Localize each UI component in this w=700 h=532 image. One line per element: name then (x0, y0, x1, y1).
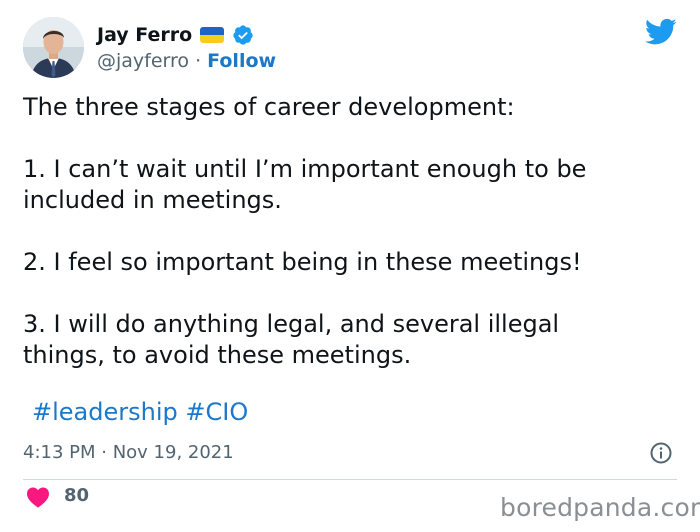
author-name-row: Jay Ferro (97, 22, 254, 48)
ukraine-flag-icon (200, 27, 225, 43)
hashtag-cio[interactable]: #CIO (185, 398, 248, 426)
like-count: 80 (64, 485, 90, 506)
tweet-line: 2. I feel so important being in these me… (23, 248, 582, 276)
hashtags: #leadership #CIO (32, 398, 248, 426)
info-icon[interactable] (649, 441, 673, 465)
tweet-line: The three stages of career development: (23, 93, 515, 121)
hashtag-leadership[interactable]: #leadership (32, 398, 178, 426)
tweet-line: included in meetings. (23, 186, 282, 214)
tweet-text: The three stages of career development: … (23, 92, 663, 371)
tweet-paragraph: The three stages of career development: (23, 92, 663, 123)
follow-button[interactable]: Follow (207, 50, 276, 72)
divider (23, 479, 677, 480)
avatar[interactable] (23, 17, 84, 78)
handle-row: @jayferro · Follow (97, 50, 276, 72)
tweet-card: Jay Ferro @jayferro · Follow The three s… (0, 0, 700, 532)
verified-badge-icon (232, 24, 254, 46)
display-name[interactable]: Jay Ferro (97, 24, 192, 46)
user-handle[interactable]: @jayferro (97, 50, 189, 72)
tweet-line: things, to avoid these meetings. (23, 341, 412, 369)
tweet-timestamp[interactable]: 4:13 PM · Nov 19, 2021 (23, 442, 234, 463)
watermark: boredpanda.com (500, 493, 700, 522)
tweet-paragraph: 3. I will do anything legal, and several… (23, 309, 663, 371)
tweet-line: 3. I will do anything legal, and several… (23, 310, 560, 338)
heart-icon[interactable] (26, 486, 50, 508)
tweet-paragraph: 2. I feel so important being in these me… (23, 247, 663, 278)
tweet-line: 1. I can’t wait until I’m important enou… (23, 155, 587, 183)
twitter-bird-icon[interactable] (645, 18, 677, 46)
tweet-paragraph: 1. I can’t wait until I’m important enou… (23, 154, 663, 216)
handle-separator: · (189, 50, 208, 72)
